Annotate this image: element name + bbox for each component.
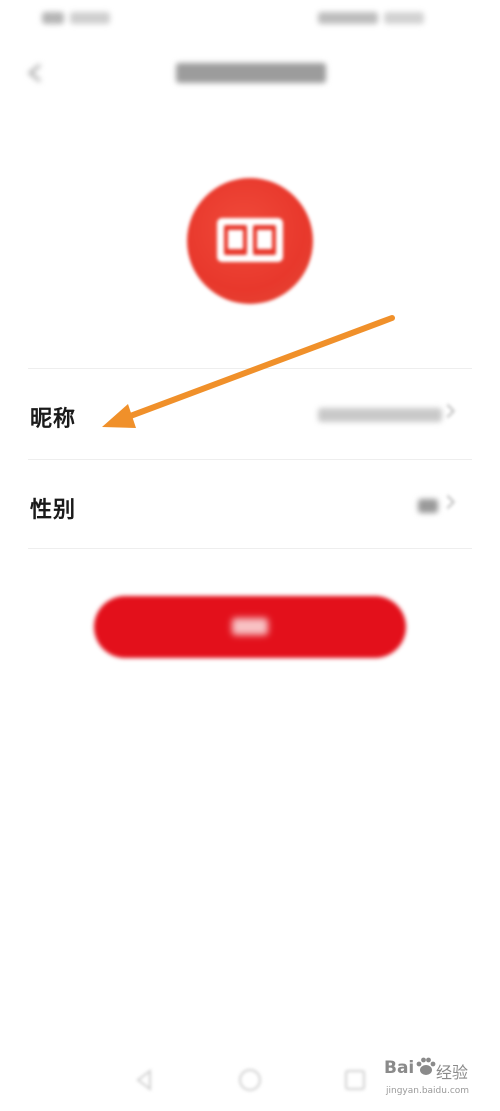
baidu-jingyan-watermark: Bai 经验 jingyan.baidu.com (384, 1057, 500, 1108)
watermark-brand: Bai (384, 1058, 415, 1078)
divider-bottom (28, 548, 472, 549)
signal-icon (42, 12, 64, 24)
status-icons (318, 12, 378, 24)
nickname-value (318, 408, 442, 422)
nav-back-icon[interactable] (130, 1065, 160, 1095)
watermark-url: jingyan.baidu.com (386, 1086, 470, 1096)
network-icon (70, 12, 110, 24)
gender-value (418, 499, 438, 513)
gender-row[interactable]: 性别 (0, 460, 500, 550)
save-button-label (232, 618, 268, 635)
paw-logo-icon (416, 1057, 436, 1075)
page-title (176, 63, 326, 83)
book-icon (217, 218, 283, 262)
chevron-right-icon (440, 403, 456, 419)
annotation-arrow (102, 315, 395, 428)
save-button[interactable] (94, 596, 406, 658)
avatar[interactable] (187, 178, 313, 304)
back-arrow-icon[interactable] (22, 61, 50, 85)
header (0, 45, 500, 101)
watermark-brand-cn: 经验 (436, 1063, 469, 1082)
chevron-right-icon (440, 494, 456, 510)
edit-profile-screen: 昵称 性别 Bai 经验 jingyan.baidu.com (0, 0, 500, 1111)
nickname-row[interactable]: 昵称 (0, 369, 500, 459)
gender-label: 性别 (30, 497, 77, 523)
status-bar (0, 0, 500, 36)
nav-home-icon[interactable] (235, 1065, 265, 1095)
nav-recents-icon[interactable] (340, 1065, 370, 1095)
nickname-label: 昵称 (30, 406, 77, 432)
battery-icon (384, 12, 424, 24)
